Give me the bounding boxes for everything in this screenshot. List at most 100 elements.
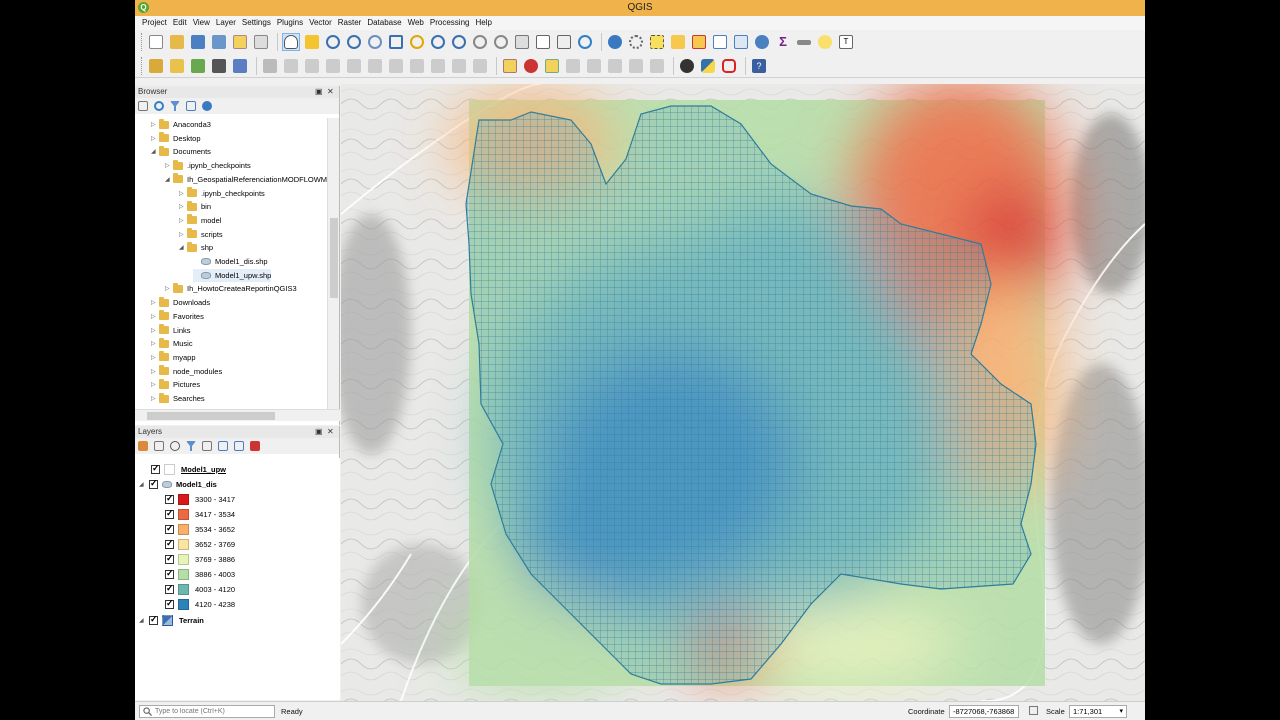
layer-visibility-checkbox[interactable] — [165, 538, 174, 549]
legend-class-item[interactable]: 3769 - 3886 — [165, 553, 235, 567]
menu-processing[interactable]: Processing — [427, 16, 473, 30]
refresh-icon[interactable] — [154, 101, 164, 111]
undo-button[interactable] — [450, 57, 468, 75]
collapsed-arrow-icon[interactable]: ▷ — [151, 381, 159, 388]
collapsed-arrow-icon[interactable]: ▷ — [179, 203, 187, 210]
legend-class-item[interactable]: 3534 - 3652 — [165, 522, 235, 536]
show-hide-labels-button[interactable] — [627, 57, 645, 75]
attribute-table-button[interactable] — [711, 33, 729, 51]
layer-visibility-checkbox[interactable] — [165, 598, 174, 610]
layer-item[interactable]: Model1_upw — [151, 462, 226, 476]
save-project-button[interactable] — [189, 33, 207, 51]
delete-selected-button[interactable] — [366, 57, 384, 75]
layer-visibility-checkbox[interactable] — [165, 523, 174, 534]
copy-features-button[interactable] — [408, 57, 426, 75]
menu-web[interactable]: Web — [405, 16, 427, 30]
collapsed-arrow-icon[interactable]: ▷ — [151, 135, 159, 142]
save-edits-button[interactable] — [303, 57, 321, 75]
browser-shapefile-item[interactable]: Model1_upw.shp — [193, 268, 272, 282]
menu-vector[interactable]: Vector — [306, 16, 335, 30]
identify-button[interactable] — [606, 33, 624, 51]
new-layer-button[interactable] — [168, 57, 186, 75]
open-project-button[interactable] — [168, 33, 186, 51]
browser-vertical-scrollbar[interactable] — [327, 118, 339, 409]
close-panel-icon[interactable]: ✕ — [327, 86, 334, 98]
collapsed-arrow-icon[interactable]: ▷ — [179, 190, 187, 197]
stop-render-button[interactable] — [720, 57, 738, 75]
collapsed-arrow-icon[interactable]: ▷ — [165, 162, 173, 169]
pin-labels-button[interactable] — [522, 57, 540, 75]
zoom-last-button[interactable] — [471, 33, 489, 51]
menu-raster[interactable]: Raster — [335, 16, 365, 30]
layout-manager-button[interactable] — [252, 33, 270, 51]
deselect-all-button[interactable] — [690, 33, 708, 51]
layer-visibility-checkbox[interactable] — [151, 463, 160, 474]
move-label-button[interactable] — [564, 57, 582, 75]
map-canvas[interactable] — [341, 84, 1145, 701]
visibility-eye-icon[interactable] — [170, 441, 180, 451]
browser-folder-item[interactable]: ▷ Favorites — [151, 310, 204, 323]
menu-settings[interactable]: Settings — [239, 16, 274, 30]
new-project-button[interactable] — [147, 33, 165, 51]
add-raster-button[interactable] — [210, 57, 228, 75]
pan-map-button[interactable] — [282, 33, 300, 51]
browser-folder-item[interactable]: ▷ .ipynb_checkpoints — [165, 159, 251, 172]
menu-layer[interactable]: Layer — [213, 16, 239, 30]
browser-folder-item[interactable]: ◢ shp — [179, 241, 213, 254]
print-layout-button[interactable] — [231, 33, 249, 51]
add-vector-button[interactable] — [189, 57, 207, 75]
expanded-arrow-icon[interactable]: ◢ — [151, 148, 159, 155]
browser-folder-item[interactable]: ▷ bin — [179, 200, 211, 213]
add-group-icon[interactable] — [154, 441, 164, 451]
layer-item[interactable]: ◢ Terrain — [139, 613, 204, 627]
python-console-button[interactable] — [699, 57, 717, 75]
collapsed-arrow-icon[interactable]: ▷ — [151, 354, 159, 361]
browser-folder-item[interactable]: ◢ Ih_GeospatialReferenciationMODFLOWM — [165, 173, 327, 186]
collapse-all-icon[interactable] — [186, 101, 196, 111]
menu-view[interactable]: View — [190, 16, 213, 30]
lock-scale-icon[interactable] — [1029, 706, 1038, 715]
browser-folder-item[interactable]: ▷ Downloads — [151, 296, 210, 309]
zoom-full-button[interactable] — [387, 33, 405, 51]
pan-to-selection-button[interactable] — [303, 33, 321, 51]
menu-project[interactable]: Project — [139, 16, 170, 30]
browser-folder-item[interactable]: ▷ scripts — [179, 228, 223, 241]
show-bookmarks-button[interactable] — [555, 33, 573, 51]
collapsed-arrow-icon[interactable]: ▷ — [151, 121, 159, 128]
zoom-to-layer-button[interactable] — [429, 33, 447, 51]
select-by-value-button[interactable] — [669, 33, 687, 51]
zoom-next-button[interactable] — [492, 33, 510, 51]
chevron-down-icon[interactable]: ▾ — [1119, 706, 1123, 717]
info-icon[interactable] — [202, 101, 212, 111]
refresh-button[interactable] — [576, 33, 594, 51]
statistics-button[interactable]: Σ — [774, 33, 792, 51]
field-calculator-button[interactable] — [732, 33, 750, 51]
collapsed-arrow-icon[interactable]: ▷ — [151, 395, 159, 402]
menu-database[interactable]: Database — [364, 16, 404, 30]
locator-bar[interactable] — [139, 705, 275, 718]
new-map-view-button[interactable] — [513, 33, 531, 51]
collapsed-arrow-icon[interactable]: ▷ — [151, 299, 159, 306]
change-label-button[interactable] — [606, 57, 624, 75]
browser-folder-item[interactable]: ▷ Anaconda3 — [151, 118, 211, 131]
vertex-tool-button[interactable] — [345, 57, 363, 75]
zoom-out-button[interactable] — [345, 33, 363, 51]
layer-visibility-checkbox[interactable] — [165, 553, 174, 565]
locator-input[interactable] — [155, 708, 265, 715]
layer-visibility-checkbox[interactable] — [165, 493, 174, 504]
collapsed-arrow-icon[interactable]: ▷ — [179, 217, 187, 224]
layer-visibility-checkbox[interactable] — [165, 583, 174, 595]
collapsed-arrow-icon[interactable]: ▷ — [151, 368, 159, 375]
expanded-arrow-icon[interactable]: ◢ — [139, 617, 149, 624]
digitize-button[interactable] — [282, 57, 300, 75]
collapsed-arrow-icon[interactable]: ▷ — [179, 231, 187, 238]
browser-folder-item[interactable]: ▷ Desktop — [151, 132, 201, 145]
toggle-editing-button[interactable] — [261, 57, 279, 75]
filter-icon[interactable] — [170, 101, 180, 111]
browser-horizontal-scrollbar[interactable] — [135, 409, 340, 421]
zoom-in-button[interactable] — [324, 33, 342, 51]
bookmark-button[interactable] — [534, 33, 552, 51]
collapsed-arrow-icon[interactable]: ▷ — [151, 340, 159, 347]
redo-button[interactable] — [471, 57, 489, 75]
collapsed-arrow-icon[interactable]: ▷ — [151, 327, 159, 334]
